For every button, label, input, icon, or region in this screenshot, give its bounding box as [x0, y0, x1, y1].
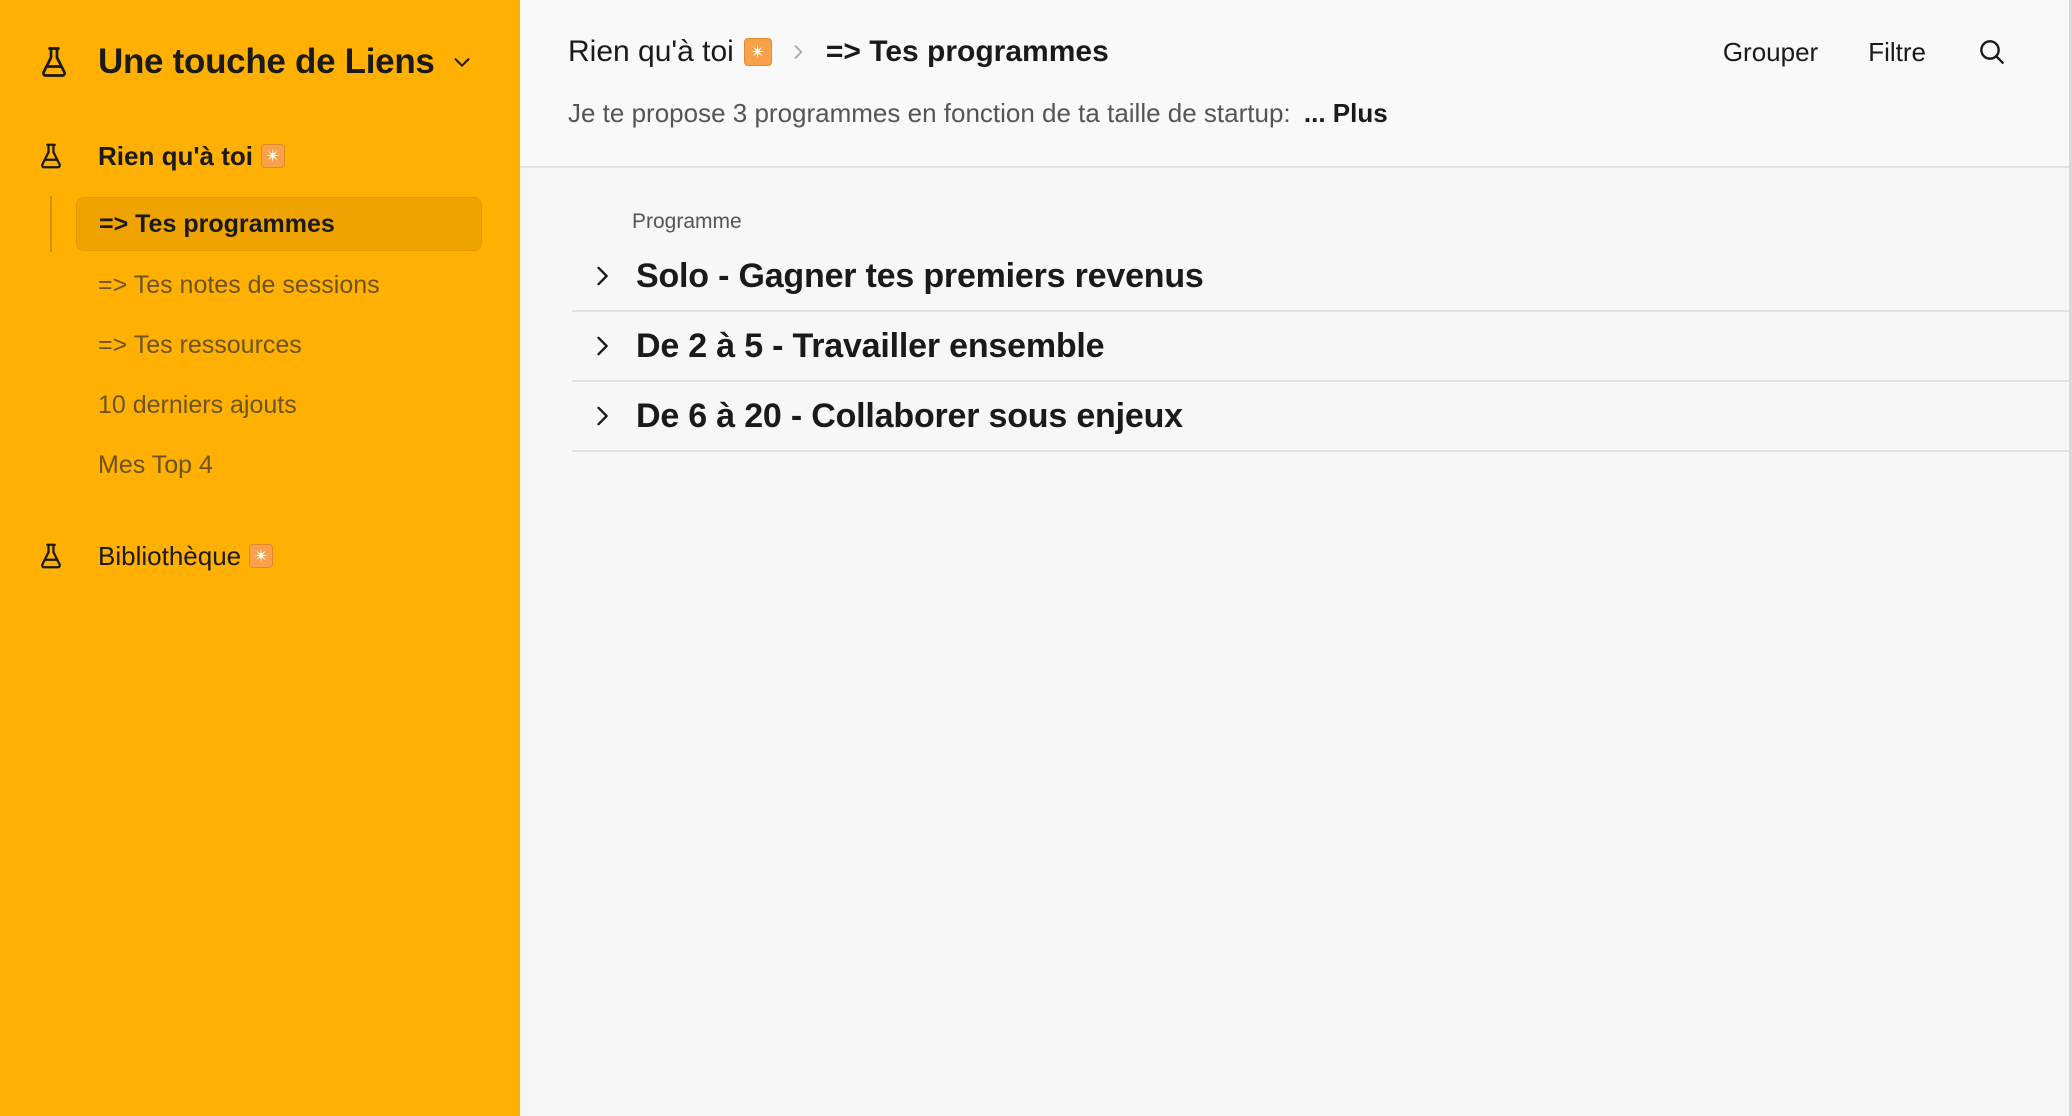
sidebar-item-tes-notes-de-sessions[interactable]: => Tes notes de sessions	[76, 258, 482, 312]
chevron-right-icon[interactable]	[588, 402, 616, 430]
sidebar-item-10-derniers-ajouts[interactable]: 10 derniers ajouts	[76, 378, 482, 432]
group-title: De 6 à 20 - Collaborer sous enjeux	[636, 396, 1183, 435]
sidebar-section-label: Bibliothèque	[98, 540, 242, 571]
group-button[interactable]: Grouper	[1723, 37, 1818, 68]
sparkle-emoji-icon: ✴	[260, 144, 285, 168]
group-title: De 2 à 5 - Travailler ensemble	[636, 326, 1105, 365]
sidebar-section-label: Rien qu'à toi	[98, 140, 253, 171]
sidebar-item-mes-top-4[interactable]: Mes Top 4	[76, 438, 482, 492]
flask-icon	[36, 541, 66, 571]
sidebar-item-label: => Tes ressources	[98, 330, 302, 359]
search-icon[interactable]	[1976, 36, 2008, 68]
group-row[interactable]: De 2 à 5 - Travailler ensemble	[572, 312, 2072, 382]
workspace-title: Une touche de Liens	[98, 42, 435, 81]
flask-icon	[36, 44, 72, 80]
page-header: Rien qu'à toi ✴ => Tes programmes Groupe…	[520, 0, 2072, 168]
chevron-right-icon[interactable]	[588, 332, 616, 360]
tree-indent-line	[50, 196, 52, 252]
group-row[interactable]: Solo - Gagner tes premiers revenus	[572, 242, 2072, 312]
group-title: Solo - Gagner tes premiers revenus	[636, 256, 1204, 295]
chevron-down-icon	[451, 51, 473, 73]
page-description: Je te propose 3 programmes en fonction d…	[568, 98, 1388, 129]
breadcrumb: Rien qu'à toi ✴ => Tes programmes	[568, 30, 1109, 74]
sidebar-item-label: Mes Top 4	[98, 450, 213, 479]
sidebar-item-tes-programmes[interactable]: => Tes programmes	[76, 197, 482, 251]
filter-button[interactable]: Filtre	[1868, 37, 1926, 68]
header-actions: Grouper Filtre	[1673, 30, 2008, 74]
sidebar-item-tes-ressources[interactable]: => Tes ressources	[76, 318, 482, 372]
flask-icon	[36, 141, 66, 171]
sparkle-emoji-icon: ✴	[743, 38, 772, 66]
workspace-switcher[interactable]: Une touche de Liens	[36, 36, 473, 88]
sidebar-item-label: => Tes notes de sessions	[98, 270, 380, 299]
sidebar-item-label: 10 derniers ajouts	[98, 390, 297, 419]
chevron-right-icon[interactable]	[588, 262, 616, 290]
sidebar: Une touche de Liens Rien qu'à toi ✴ => T…	[0, 0, 520, 1116]
group-row[interactable]: De 6 à 20 - Collaborer sous enjeux	[572, 382, 2072, 452]
sidebar-item-label: => Tes programmes	[99, 209, 335, 238]
main-content: Rien qu'à toi ✴ => Tes programmes Groupe…	[520, 0, 2072, 1116]
breadcrumb-current[interactable]: => Tes programmes	[826, 35, 1109, 69]
breadcrumb-parent[interactable]: Rien qu'à toi	[568, 35, 734, 69]
more-link[interactable]: ... Plus	[1304, 98, 1388, 128]
sparkle-emoji-icon: ✴	[249, 544, 274, 568]
description-text: Je te propose 3 programmes en fonction d…	[568, 98, 1291, 128]
chevron-right-icon	[788, 42, 808, 62]
sidebar-section-rien-qua-toi[interactable]: Rien qu'à toi ✴	[36, 134, 285, 178]
sidebar-section-bibliotheque[interactable]: Bibliothèque ✴	[36, 534, 274, 578]
column-header-programme: Programme	[632, 210, 742, 233]
